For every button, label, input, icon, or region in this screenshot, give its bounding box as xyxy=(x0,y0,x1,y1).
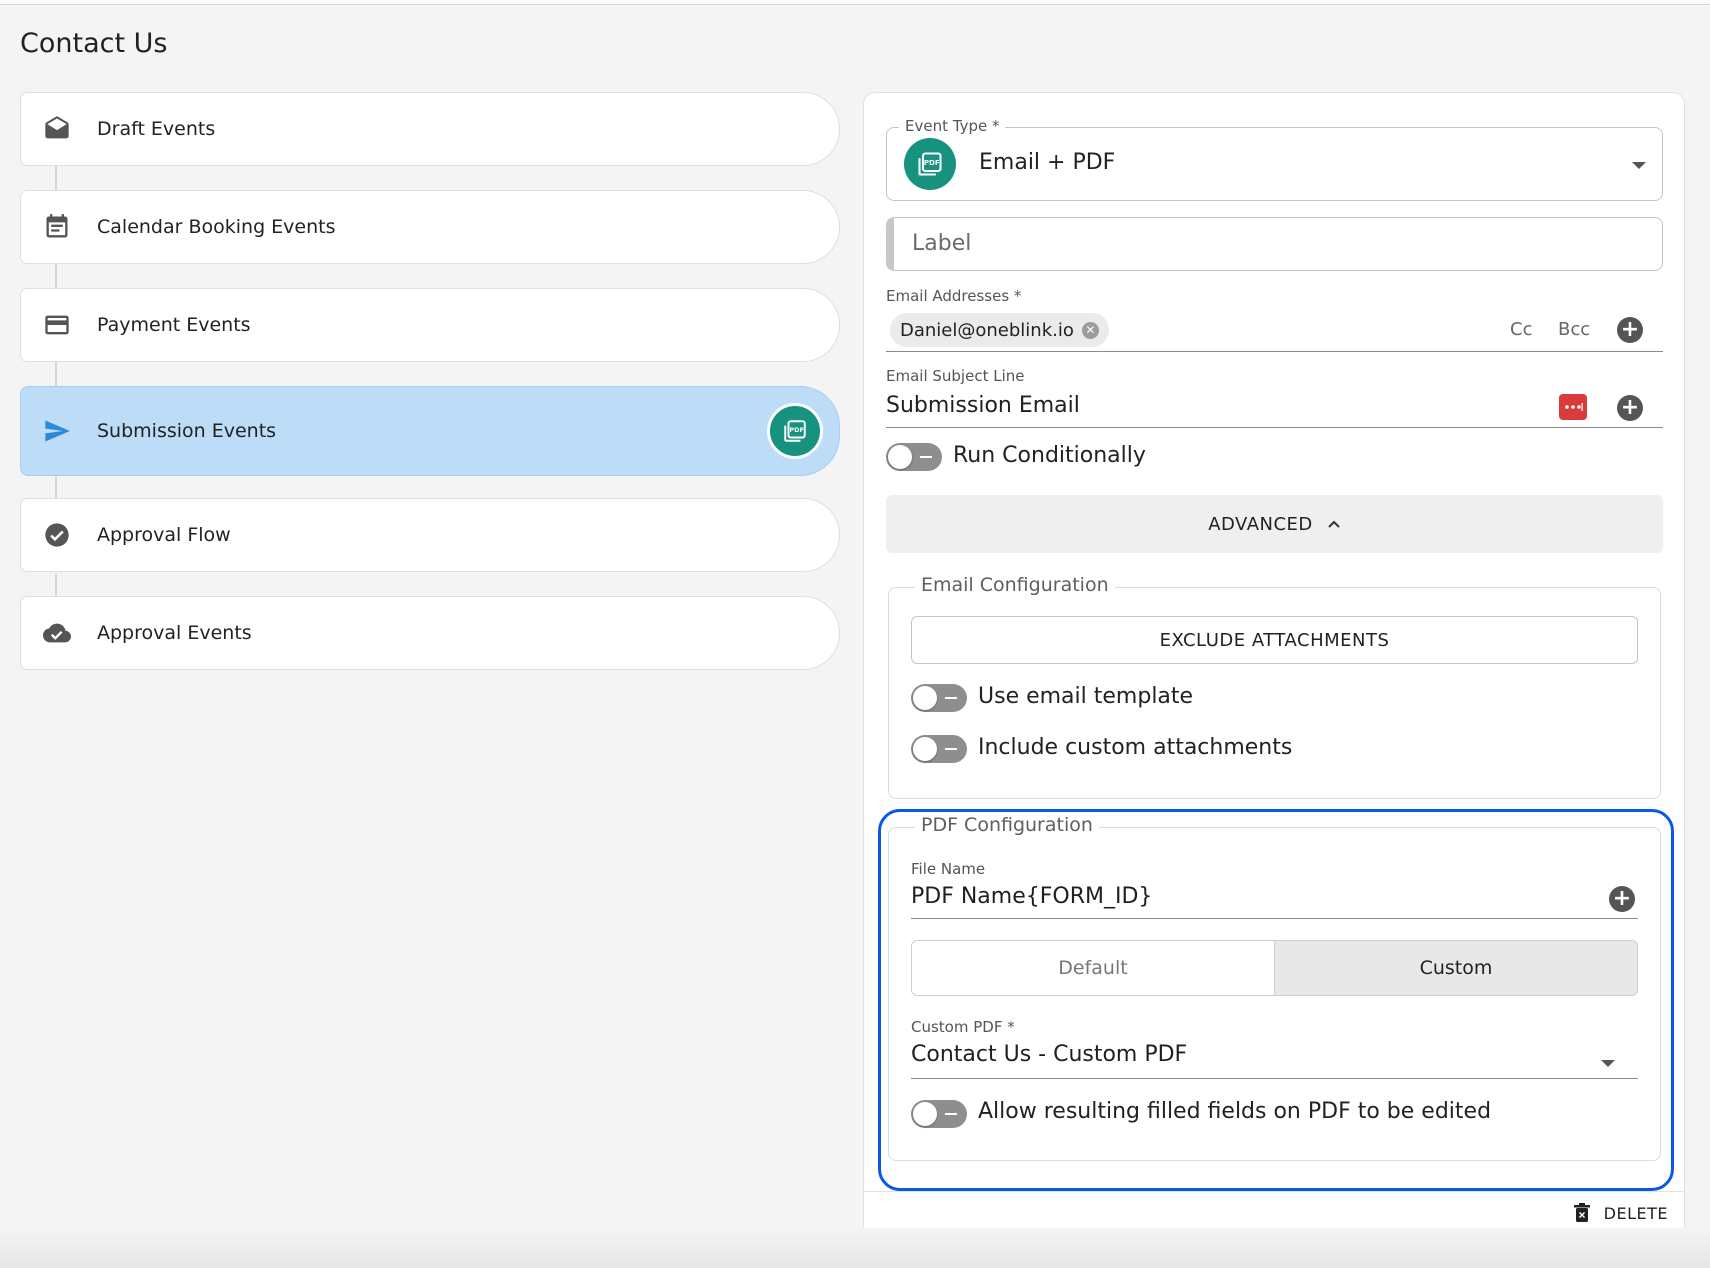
chevron-up-icon xyxy=(1328,520,1340,528)
event-editor-panel: Event Type * PDF Email + PDF Label Email… xyxy=(863,92,1685,1254)
step-label: Draft Events xyxy=(97,118,216,140)
bottom-shade xyxy=(0,1228,1710,1268)
email-addresses-label: Email Addresses * xyxy=(886,287,1022,305)
event-type-label: Event Type * xyxy=(899,117,1006,135)
add-email-icon[interactable]: + xyxy=(1617,317,1643,343)
step-label: Approval Flow xyxy=(97,524,231,546)
step-label: Payment Events xyxy=(97,314,251,336)
step-approval-flow[interactable]: Approval Flow xyxy=(20,498,840,572)
custom-pdf-underline xyxy=(911,1078,1638,1079)
step-submission-events[interactable]: Submission Events PDF xyxy=(20,386,840,476)
step-connector xyxy=(55,166,57,190)
svg-text:PDF: PDF xyxy=(789,426,804,434)
run-conditionally-label: Run Conditionally xyxy=(953,443,1146,468)
send-icon xyxy=(43,417,71,445)
allow-edit-label: Allow resulting filled fields on PDF to … xyxy=(978,1099,1492,1124)
email-underline xyxy=(886,351,1663,352)
default-option-button[interactable]: Default xyxy=(912,941,1275,995)
bcc-button[interactable]: Bcc xyxy=(1558,319,1590,340)
email-subject-input[interactable]: Submission Email xyxy=(886,393,1080,418)
trash-icon xyxy=(1573,1203,1590,1222)
step-label: Calendar Booking Events xyxy=(97,216,336,238)
file-name-underline xyxy=(911,918,1638,919)
svg-text:PDF: PDF xyxy=(924,159,940,167)
pdf-icon: PDF xyxy=(904,138,956,190)
insert-variable-icon[interactable] xyxy=(1559,394,1587,420)
include-custom-attachments-toggle[interactable] xyxy=(911,735,967,763)
custom-pdf-label: Custom PDF * xyxy=(911,1018,1015,1036)
label-placeholder: Label xyxy=(912,231,972,256)
chevron-down-icon[interactable] xyxy=(1601,1060,1615,1067)
step-connector xyxy=(55,362,57,386)
allow-edit-toggle[interactable] xyxy=(911,1100,967,1128)
step-payment-events[interactable]: Payment Events xyxy=(20,288,840,362)
cc-button[interactable]: Cc xyxy=(1510,319,1532,340)
add-file-name-element-icon[interactable]: + xyxy=(1609,886,1635,912)
calendar-icon xyxy=(43,213,71,241)
include-custom-attachments-label: Include custom attachments xyxy=(978,735,1293,760)
email-configuration-legend: Email Configuration xyxy=(915,574,1115,596)
advanced-toggle-button[interactable]: ADVANCED xyxy=(886,495,1663,553)
file-name-input[interactable]: PDF Name{FORM_ID} xyxy=(911,884,1152,909)
email-subject-label: Email Subject Line xyxy=(886,367,1025,385)
use-email-template-label: Use email template xyxy=(978,684,1194,709)
footer-divider xyxy=(864,1191,1684,1192)
step-draft-events[interactable]: Draft Events xyxy=(20,92,840,166)
check-circle-icon xyxy=(43,521,71,549)
step-label: Approval Events xyxy=(97,622,252,644)
file-name-label: File Name xyxy=(911,860,986,878)
use-email-template-toggle[interactable] xyxy=(911,684,967,712)
chevron-down-icon xyxy=(1632,162,1646,169)
pdf-type-toggle-group: Default Custom xyxy=(911,940,1638,996)
pdf-configuration-group: PDF Configuration File Name PDF Name{FOR… xyxy=(888,814,1661,1161)
step-approval-events[interactable]: Approval Events xyxy=(20,596,840,670)
credit-card-icon xyxy=(43,311,71,339)
run-conditionally-toggle[interactable] xyxy=(886,443,942,471)
custom-pdf-select[interactable]: Contact Us - Custom PDF xyxy=(911,1042,1187,1067)
delete-button[interactable]: DELETE xyxy=(1573,1203,1668,1223)
step-connector xyxy=(55,264,57,288)
email-configuration-group: Email Configuration EXCLUDE ATTACHMENTS … xyxy=(888,574,1661,799)
top-divider xyxy=(0,0,1710,5)
pdf-icon: PDF xyxy=(767,403,823,459)
cloud-done-icon xyxy=(43,619,71,647)
label-field[interactable]: Label xyxy=(886,217,1663,271)
page-title: Contact Us xyxy=(20,28,168,59)
step-calendar-booking-events[interactable]: Calendar Booking Events xyxy=(20,190,840,264)
event-type-select[interactable]: Event Type * PDF Email + PDF xyxy=(886,117,1663,201)
drafts-icon xyxy=(43,115,71,143)
step-connector xyxy=(55,574,57,598)
custom-option-button[interactable]: Custom xyxy=(1275,941,1637,995)
event-type-value: Email + PDF xyxy=(979,150,1116,175)
pdf-configuration-legend: PDF Configuration xyxy=(915,814,1099,836)
remove-chip-icon[interactable]: ✕ xyxy=(1081,321,1099,339)
step-label: Submission Events xyxy=(97,420,277,442)
step-connector xyxy=(55,476,57,500)
email-chip[interactable]: Daniel@oneblink.io ✕ xyxy=(890,313,1109,347)
subject-underline xyxy=(886,427,1663,428)
add-subject-element-icon[interactable]: + xyxy=(1617,395,1643,421)
exclude-attachments-button[interactable]: EXCLUDE ATTACHMENTS xyxy=(911,616,1638,664)
